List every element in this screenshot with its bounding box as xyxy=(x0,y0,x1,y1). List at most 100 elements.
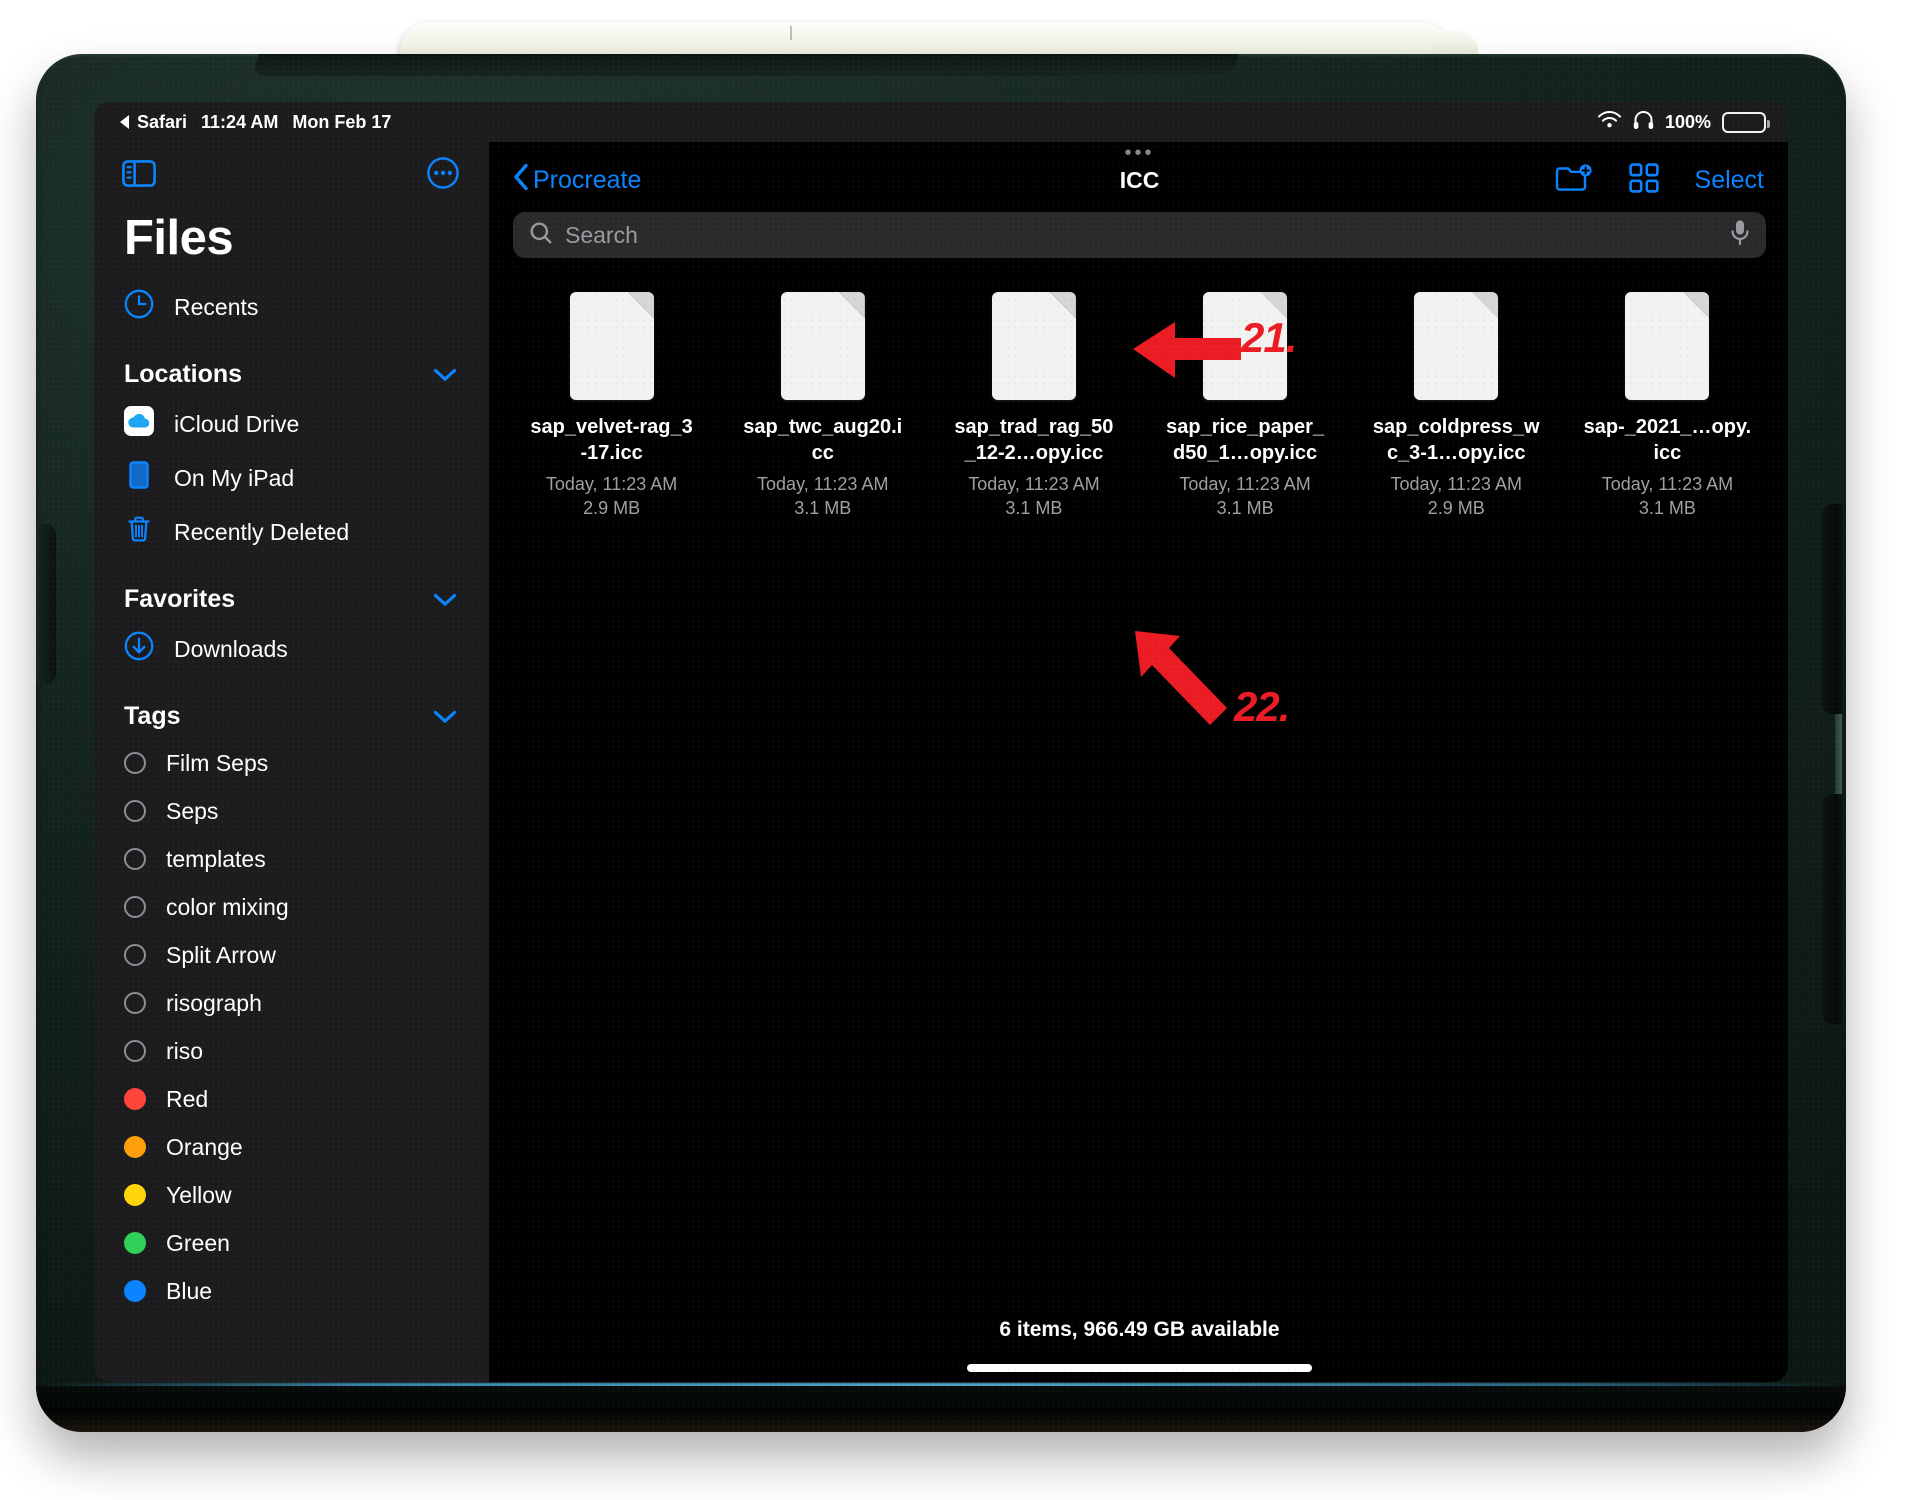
headphones-icon xyxy=(1633,110,1654,135)
file-date: Today, 11:23 AM xyxy=(1601,473,1734,494)
file-size: 3.1 MB xyxy=(1638,498,1696,519)
document-icon xyxy=(1625,292,1710,400)
tag-dot-icon xyxy=(124,848,146,870)
sidebar-section-favorites[interactable]: Favorites xyxy=(94,559,491,622)
chevron-down-icon[interactable] xyxy=(433,706,457,728)
status-date: Mon Feb 17 xyxy=(292,111,392,132)
sidebar-item-tag[interactable]: templates xyxy=(94,835,491,883)
more-ellipsis-icon[interactable] xyxy=(427,157,459,189)
document-icon xyxy=(1414,292,1499,400)
sidebar-item-downloads[interactable]: Downloads xyxy=(94,622,491,676)
sidebar-item-tag[interactable]: Yellow xyxy=(94,1171,491,1219)
sidebar-item-tag[interactable]: Split Arrow xyxy=(94,931,491,979)
section-title: Tags xyxy=(124,702,181,730)
tag-list: Film Seps Seps templates color mixing Split … xyxy=(94,739,491,1315)
sidebar-section-locations[interactable]: Locations xyxy=(94,334,491,397)
file-size: 2.9 MB xyxy=(583,498,641,519)
select-button[interactable]: Select xyxy=(1695,166,1764,195)
sidebar-item-label: Downloads xyxy=(174,635,288,662)
back-to-app-icon[interactable] xyxy=(120,115,129,129)
sidebar-item-on-my-ipad[interactable]: On My iPad xyxy=(94,451,491,505)
sidebar-item-tag[interactable]: Green xyxy=(94,1219,491,1267)
chevron-down-icon[interactable] xyxy=(433,589,457,611)
tag-dot-icon xyxy=(124,800,146,822)
new-folder-icon[interactable] xyxy=(1555,163,1593,198)
search-bar[interactable] xyxy=(513,212,1766,258)
file-size: 2.9 MB xyxy=(1427,498,1485,519)
chevron-down-icon[interactable] xyxy=(433,364,457,386)
file-date: Today, 11:23 AM xyxy=(1390,473,1522,494)
file-grid-item[interactable]: sap_coldpress_wc_3-1…opy.icc Today, 11:23… xyxy=(1354,292,1559,520)
status-time: 11:24 AM xyxy=(201,111,279,132)
search-icon xyxy=(529,221,553,250)
annotation-label-22: 22. xyxy=(1234,683,1290,730)
case-hinge-lip xyxy=(251,54,1241,76)
file-grid-item[interactable]: sap-_2021_…opy.icc Today, 11:23 AM 3.1 MB xyxy=(1565,292,1770,520)
sidebar-toggle-icon[interactable] xyxy=(122,159,156,187)
grid-view-icon[interactable] xyxy=(1628,162,1659,198)
section-title: Locations xyxy=(124,360,243,388)
file-size: 3.1 MB xyxy=(1216,498,1274,519)
sidebar-item-tag[interactable]: Orange xyxy=(94,1123,491,1171)
sidebar-item-label: Recents xyxy=(174,293,259,320)
case-side-button-gap xyxy=(1835,714,1842,794)
sidebar-item-tag[interactable]: riso xyxy=(94,1027,491,1075)
sidebar-item-tag[interactable]: Film Seps xyxy=(94,739,491,787)
microphone-icon[interactable] xyxy=(1730,219,1750,251)
section-title: Favorites xyxy=(124,585,236,613)
document-icon xyxy=(991,292,1076,400)
battery-icon xyxy=(1722,111,1770,133)
status-footer: 6 items, 966.49 GB available xyxy=(999,1318,1280,1341)
sidebar-item-tag[interactable]: Seps xyxy=(94,787,491,835)
sidebar-item-tag[interactable]: risograph xyxy=(94,979,491,1027)
sidebar-item-label: Blue xyxy=(166,1277,213,1304)
files-sidebar: Files Recents Locations iCloud Drive On … xyxy=(94,142,491,1382)
document-icon xyxy=(569,292,654,400)
tag-dot-icon xyxy=(124,1040,146,1062)
status-bar: Safari 11:24 AM Mon Feb 17 100% xyxy=(94,102,1788,142)
tag-dot-icon xyxy=(124,944,146,966)
sidebar-item-label: Split Arrow xyxy=(166,941,276,968)
tag-dot-icon xyxy=(124,1280,146,1302)
case-edge-cutout-top xyxy=(1822,504,1846,714)
sidebar-item-label: templates xyxy=(166,845,266,872)
sidebar-section-tags[interactable]: Tags xyxy=(94,676,491,739)
sidebar-item-label: color mixing xyxy=(166,893,289,920)
status-back-app-label[interactable]: Safari xyxy=(137,112,187,133)
sidebar-item-label: Seps xyxy=(166,797,219,824)
file-grid-item[interactable]: sap_velvet-rag_3-17.icc Today, 11:23 AM 2.… xyxy=(509,292,714,520)
sidebar-item-recently-deleted[interactable]: Recently Deleted xyxy=(94,505,491,559)
sidebar-item-label: Yellow xyxy=(166,1181,232,1208)
document-icon xyxy=(780,292,865,400)
home-indicator[interactable] xyxy=(967,1364,1312,1372)
ipad-screen: Safari 11:24 AM Mon Feb 17 100% Files Re… xyxy=(94,102,1788,1382)
device-bottom-bezel xyxy=(36,1386,1846,1432)
page-title: Files xyxy=(124,211,234,265)
file-name: sap-_2021_…opy.icc xyxy=(1583,416,1752,465)
sidebar-item-label: Red xyxy=(166,1085,209,1112)
file-grid-item[interactable]: sap_trad_rag_50_12-2…opy.icc Today, 11:23… xyxy=(931,292,1136,520)
tag-dot-icon xyxy=(124,1184,146,1206)
back-button-label: Procreate xyxy=(533,165,642,194)
sidebar-item-tag[interactable]: Red xyxy=(94,1075,491,1123)
ipad-device: Safari 11:24 AM Mon Feb 17 100% Files Re… xyxy=(36,54,1846,1432)
search-input[interactable] xyxy=(565,221,1718,249)
sidebar-item-label: Green xyxy=(166,1229,230,1256)
files-content-pane: ••• Procreate ICC Select Search sap_velv… xyxy=(491,142,1788,1382)
wifi-icon xyxy=(1597,110,1622,134)
sidebar-item-label: iCloud Drive xyxy=(174,410,300,437)
tag-dot-icon xyxy=(124,752,146,774)
sidebar-item-label: risograph xyxy=(166,989,262,1016)
sidebar-item-tag[interactable]: Blue xyxy=(94,1267,491,1315)
back-button-procreate[interactable]: Procreate xyxy=(513,163,641,198)
tag-dot-icon xyxy=(124,992,146,1014)
file-name: sap_velvet-rag_3-17.icc xyxy=(530,416,693,465)
sidebar-item-label: On My iPad xyxy=(174,464,295,491)
file-name: sap_twc_aug20.icc xyxy=(743,416,903,465)
sidebar-item-tag[interactable]: color mixing xyxy=(94,883,491,931)
sidebar-item-recents[interactable]: Recents xyxy=(94,280,491,334)
sidebar-item-icloud-drive[interactable]: iCloud Drive xyxy=(94,397,491,451)
file-grid-item[interactable]: sap_twc_aug20.icc Today, 11:23 AM 3.1 MB xyxy=(720,292,925,520)
sidebar-item-label: Orange xyxy=(166,1133,243,1160)
annotation-arrow-21 xyxy=(1133,322,1241,378)
